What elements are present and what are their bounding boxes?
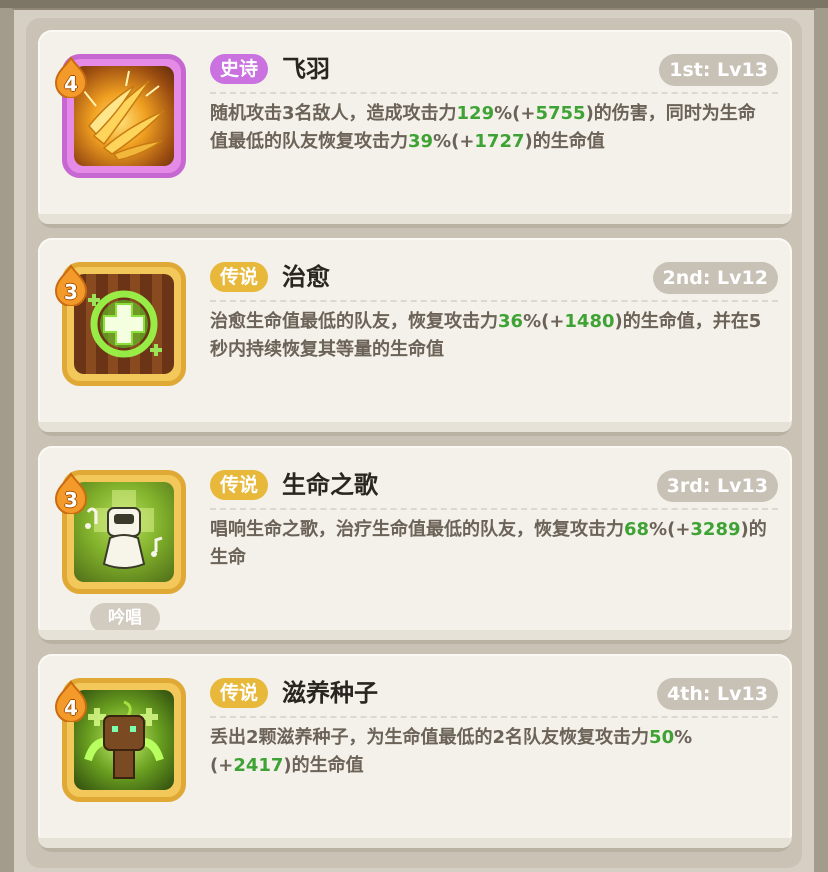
skill-name: 治愈 <box>282 263 330 291</box>
skill-card-1[interactable]: 4 史诗 飞羽 1st: Lv13 随机攻击3名敌人，造成攻击力129%(+57… <box>38 30 792 224</box>
divider <box>210 716 778 718</box>
star-level-badge: 3 <box>54 264 88 306</box>
skill-description: 治愈生命值最低的队友，恢复攻击力36%(+1480)的生命值，并在5秒内持续恢复… <box>210 311 762 360</box>
skill-level-badge: 4th: Lv13 <box>657 678 778 710</box>
rarity-tag: 传说 <box>210 262 269 292</box>
star-level-badge: 3 <box>54 472 88 514</box>
star-level-value: 4 <box>64 72 78 96</box>
skill-level-badge: 3rd: Lv13 <box>656 470 778 502</box>
skill-card-3[interactable]: 3 吟唱 传说 生命之歌 3rd: Lv13 唱响生命之歌，治疗生命值最低的队友… <box>38 446 792 640</box>
divider <box>210 508 778 510</box>
skill-card-4[interactable]: 4 传说 滋养种子 4th: Lv13 丢出2颗滋养种子，为生命值最低的2名队友… <box>38 654 792 848</box>
skill-level-badge: 1st: Lv13 <box>659 54 778 86</box>
seed-sprout-icon <box>74 690 174 790</box>
singing-character-icon <box>74 482 174 582</box>
star-level-value: 3 <box>64 280 78 304</box>
skill-card-2[interactable]: 3 传说 治愈 2nd: Lv12 治愈生命值最低的队友，恢复攻击力36%(+1… <box>38 238 792 432</box>
divider <box>210 92 778 94</box>
skill-level-badge: 2nd: Lv12 <box>652 262 778 294</box>
top-border <box>0 0 828 8</box>
feather-burst-icon <box>74 66 174 166</box>
green-cross-heal-icon <box>74 274 174 374</box>
star-level-badge: 4 <box>54 680 88 722</box>
star-level-badge: 4 <box>54 56 88 98</box>
skill-name: 飞羽 <box>282 55 330 83</box>
skill-description: 随机攻击3名敌人，造成攻击力129%(+5755)的伤害，同时为生命值最低的队友… <box>210 103 756 152</box>
skill-description: 唱响生命之歌，治疗生命值最低的队友，恢复攻击力68%(+3289)的生命 <box>210 519 767 568</box>
star-level-value: 4 <box>64 696 78 720</box>
star-level-value: 3 <box>64 488 78 512</box>
rarity-tag: 传说 <box>210 470 269 500</box>
chant-tag: 吟唱 <box>90 603 160 633</box>
skill-description: 丢出2颗滋养种子，为生命值最低的2名队友恢复攻击力50%(+2417)的生命值 <box>210 727 693 776</box>
rarity-tag: 传说 <box>210 678 269 708</box>
divider <box>210 300 778 302</box>
skill-name: 滋养种子 <box>282 679 378 707</box>
skill-name: 生命之歌 <box>282 471 378 499</box>
rarity-tag: 史诗 <box>210 54 269 84</box>
